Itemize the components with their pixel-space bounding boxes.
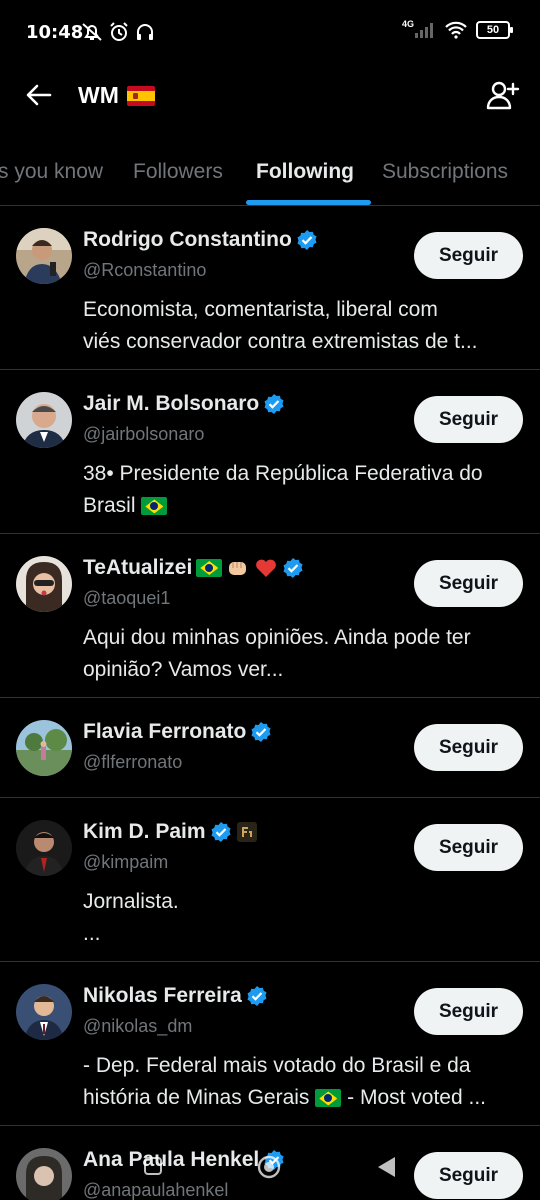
bio-line: ... — [83, 922, 101, 945]
user-bio: Aqui dou minhas opiniões. Ainda pode ter… — [83, 622, 523, 686]
avatar[interactable] — [16, 228, 72, 284]
bio-line: opinião? Vamos ver... — [83, 658, 284, 681]
user-bio: Economista, comentarista, liberal com vi… — [83, 294, 523, 358]
follow-button[interactable]: Seguir — [414, 724, 523, 771]
user-row[interactable]: Rodrigo Constantino @Rconstantino Econom… — [0, 206, 540, 370]
heart-icon — [256, 559, 277, 577]
user-row[interactable]: Ana Paula Henkel @anapaulahenkel Seguir — [0, 1126, 540, 1200]
battery-icon: 50 — [476, 21, 513, 39]
verified-badge-icon — [211, 822, 231, 842]
user-name-line: Nikolas Ferreira — [83, 984, 268, 1008]
header: WM — [0, 66, 540, 126]
verified-badge-icon — [297, 230, 317, 250]
bio-line: Brasil — [83, 490, 523, 522]
headphones-icon — [137, 24, 153, 40]
user-name: Jair M. Bolsonaro — [83, 392, 260, 415]
mute-icon — [82, 23, 102, 41]
bio-line: Economista, comentarista, liberal com — [83, 298, 438, 321]
status-bar: 10:48 4G 50 — [0, 0, 540, 66]
follow-button[interactable]: Seguir — [414, 1152, 523, 1199]
status-time: 10:48 — [26, 22, 84, 43]
tab-followers[interactable]: Followers — [133, 160, 223, 184]
user-name: Rodrigo Constantino — [83, 228, 292, 251]
user-name-line: TeAtualizei — [83, 556, 304, 580]
tab-following[interactable]: Following — [256, 160, 354, 184]
tab-subscriptions[interactable]: Subscriptions — [382, 160, 508, 184]
verified-badge-icon — [264, 394, 284, 414]
verified-badge-icon — [251, 722, 271, 742]
back-arrow-icon[interactable] — [22, 78, 56, 112]
user-handle: @flferronato — [83, 752, 183, 772]
bio-line: - Dep. Federal mais votado do Brasil e d… — [83, 1054, 471, 1077]
user-handle: @anapaulahenkel — [83, 1180, 229, 1200]
user-handle: @nikolas_dm — [83, 1016, 193, 1036]
bio-line: 38• Presidente da República Federativa d… — [83, 462, 483, 485]
user-row[interactable]: TeAtualizei @taoquei1 Aqui dou minhas op… — [0, 534, 540, 698]
user-name: Ana Paula Henkel — [83, 1148, 260, 1171]
user-row[interactable]: Jair M. Bolsonaro @jairbolsonaro 38• Pre… — [0, 370, 540, 534]
profile-title: WM — [78, 82, 155, 109]
user-bio: - Dep. Federal mais votado do Brasil e d… — [83, 1050, 523, 1114]
tab-followers-you-know[interactable]: s you know — [0, 160, 103, 184]
active-tab-indicator — [246, 200, 371, 205]
status-icons-right: 4G 50 — [401, 19, 513, 39]
bio-line: Aqui dou minhas opiniões. Ainda pode ter — [83, 626, 471, 649]
network-type: 4G — [401, 19, 414, 29]
follow-button[interactable]: Seguir — [414, 988, 523, 1035]
follow-button[interactable]: Seguir — [414, 232, 523, 279]
bio-line: Jornalista. — [83, 890, 179, 913]
status-icons-left — [80, 21, 156, 43]
tab-bar: s you know Followers Following Subscript… — [0, 148, 540, 206]
user-row[interactable]: Kim D. Paim @kimpaim Jornalista. ... Seg… — [0, 798, 540, 962]
user-handle: @Rconstantino — [83, 260, 207, 280]
spain-flag-icon — [126, 85, 155, 106]
user-bio: Jornalista. ... — [83, 886, 523, 950]
fist-icon — [229, 562, 247, 575]
follow-button[interactable]: Seguir — [414, 560, 523, 607]
follow-button[interactable]: Seguir — [414, 396, 523, 443]
user-row[interactable]: Nikolas Ferreira @nikolas_dm - Dep. Fede… — [0, 962, 540, 1126]
user-name-line: Flavia Ferronato — [83, 720, 272, 744]
user-name: Kim D. Paim — [83, 820, 206, 843]
user-name-line: Jair M. Bolsonaro — [83, 392, 285, 416]
verified-badge-icon — [247, 986, 267, 1006]
bio-line: história de Minas Gerais - Most voted ..… — [83, 1086, 487, 1109]
avatar[interactable] — [16, 556, 72, 612]
profile-name: WM — [78, 82, 119, 108]
verified-badge-icon — [264, 1150, 284, 1170]
user-name-line: Rodrigo Constantino — [83, 228, 318, 252]
brazil-flag-icon — [315, 1089, 342, 1108]
user-handle: @taoquei1 — [83, 588, 171, 608]
follow-button[interactable]: Seguir — [414, 824, 523, 871]
user-handle: @kimpaim — [83, 852, 169, 872]
add-user-icon[interactable] — [484, 78, 520, 114]
user-row[interactable]: Flavia Ferronato @flferronato Seguir — [0, 698, 540, 798]
user-name: Nikolas Ferreira — [83, 984, 242, 1007]
user-handle: @jairbolsonaro — [83, 424, 205, 444]
user-name: Flavia Ferronato — [83, 720, 247, 743]
user-name-line: Ana Paula Henkel — [83, 1148, 285, 1172]
avatar[interactable] — [16, 820, 72, 876]
bio-line: viés conservador contra extremistas de t… — [83, 330, 478, 353]
user-bio: 38• Presidente da República Federativa d… — [83, 458, 523, 522]
user-name-line: Kim D. Paim — [83, 820, 258, 844]
user-name: TeAtualizei — [83, 556, 193, 579]
wifi-icon — [445, 21, 467, 39]
affiliate-badge-icon — [236, 822, 257, 842]
avatar[interactable] — [16, 720, 72, 776]
signal-icon — [415, 23, 433, 38]
avatar[interactable] — [16, 392, 72, 448]
alarm-icon — [110, 22, 128, 41]
verified-badge-icon — [283, 558, 303, 578]
avatar[interactable] — [16, 984, 72, 1040]
brazil-flag-icon — [141, 497, 168, 516]
brazil-flag-icon — [196, 559, 223, 577]
avatar[interactable] — [16, 1148, 72, 1200]
